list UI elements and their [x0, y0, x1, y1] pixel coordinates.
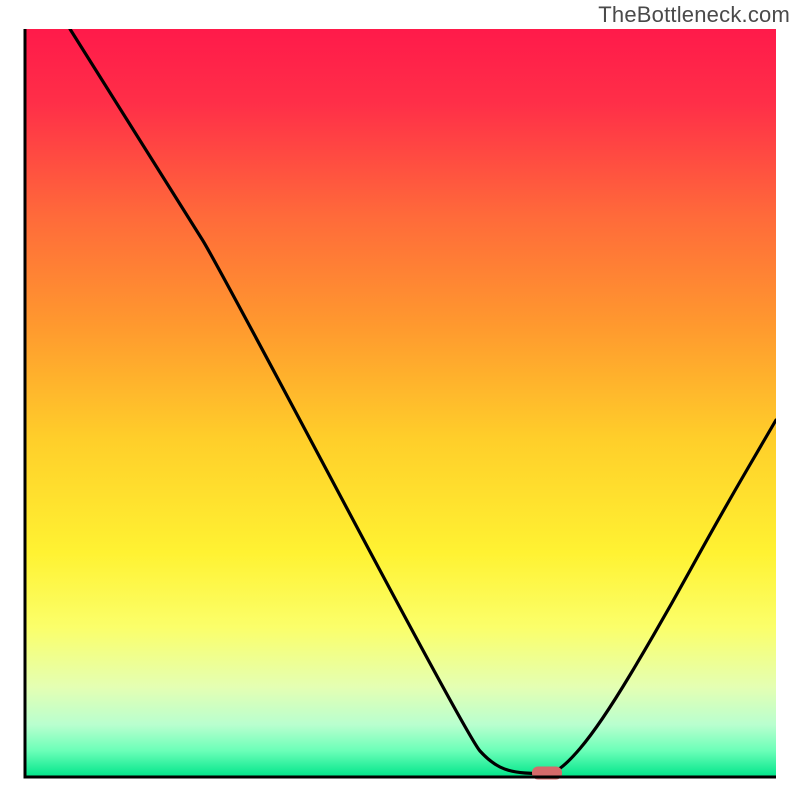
plot-background: [25, 29, 776, 777]
watermark-text: TheBottleneck.com: [598, 2, 790, 28]
chart-svg: [0, 0, 800, 800]
bottleneck-chart: TheBottleneck.com: [0, 0, 800, 800]
